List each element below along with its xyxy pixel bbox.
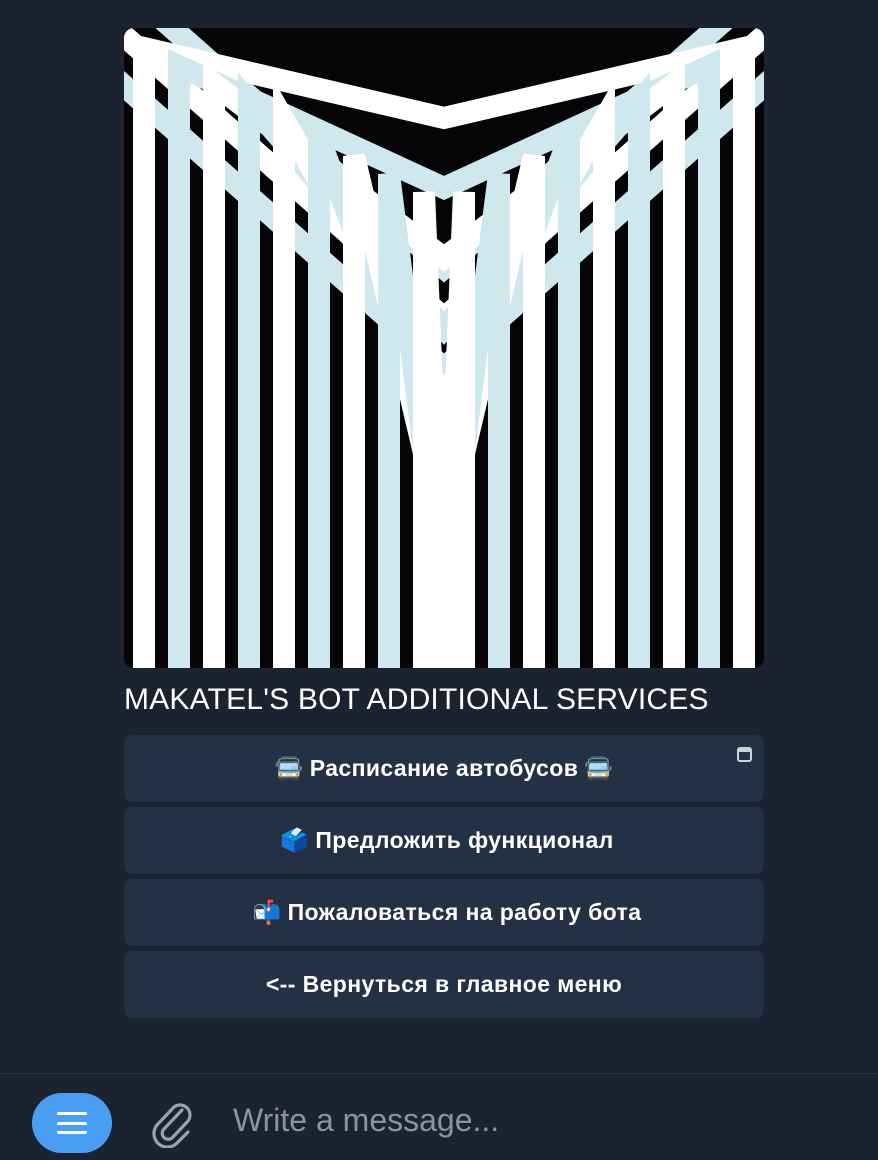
paperclip-icon[interactable] xyxy=(148,1096,196,1149)
back-to-main-menu-label: <-- Вернуться в главное меню xyxy=(265,971,623,997)
inline-keyboard: 🚍 Расписание автобусов 🚍 🗳️ Предложить ф… xyxy=(124,735,764,1018)
menu-icon xyxy=(57,1112,87,1134)
report-bot-button[interactable]: 📬 Пожаловаться на работу бота xyxy=(124,879,764,946)
bot-message: MAKATEL'S BOT ADDITIONAL SERVICES 🚍 Расп… xyxy=(124,28,764,1018)
mailbox-icon: 📬 xyxy=(252,900,282,926)
bus-schedule-label: Расписание автобусов xyxy=(309,755,579,781)
striped-m-logo-image xyxy=(124,28,764,668)
bot-menu-button[interactable] xyxy=(32,1093,112,1153)
chat-area: MAKATEL'S BOT ADDITIONAL SERVICES 🚍 Расп… xyxy=(0,0,878,1073)
webapp-window-icon xyxy=(737,747,752,762)
bus-schedule-button[interactable]: 🚍 Расписание автобусов 🚍 xyxy=(124,735,764,802)
back-to-main-menu-button[interactable]: <-- Вернуться в главное меню xyxy=(124,951,764,1018)
message-photo[interactable] xyxy=(124,28,764,668)
message-composer xyxy=(0,1073,878,1160)
report-bot-label: Пожаловаться на работу бота xyxy=(287,899,642,925)
bus-icon: 🚍 xyxy=(274,756,304,782)
message-input[interactable] xyxy=(233,1098,833,1142)
message-caption: MAKATEL'S BOT ADDITIONAL SERVICES xyxy=(124,683,709,716)
suggest-feature-button[interactable]: 🗳️ Предложить функционал xyxy=(124,807,764,874)
ballot-box-icon: 🗳️ xyxy=(280,828,310,854)
suggest-feature-label: Предложить функционал xyxy=(315,827,614,853)
bus-icon: 🚍 xyxy=(584,756,614,782)
